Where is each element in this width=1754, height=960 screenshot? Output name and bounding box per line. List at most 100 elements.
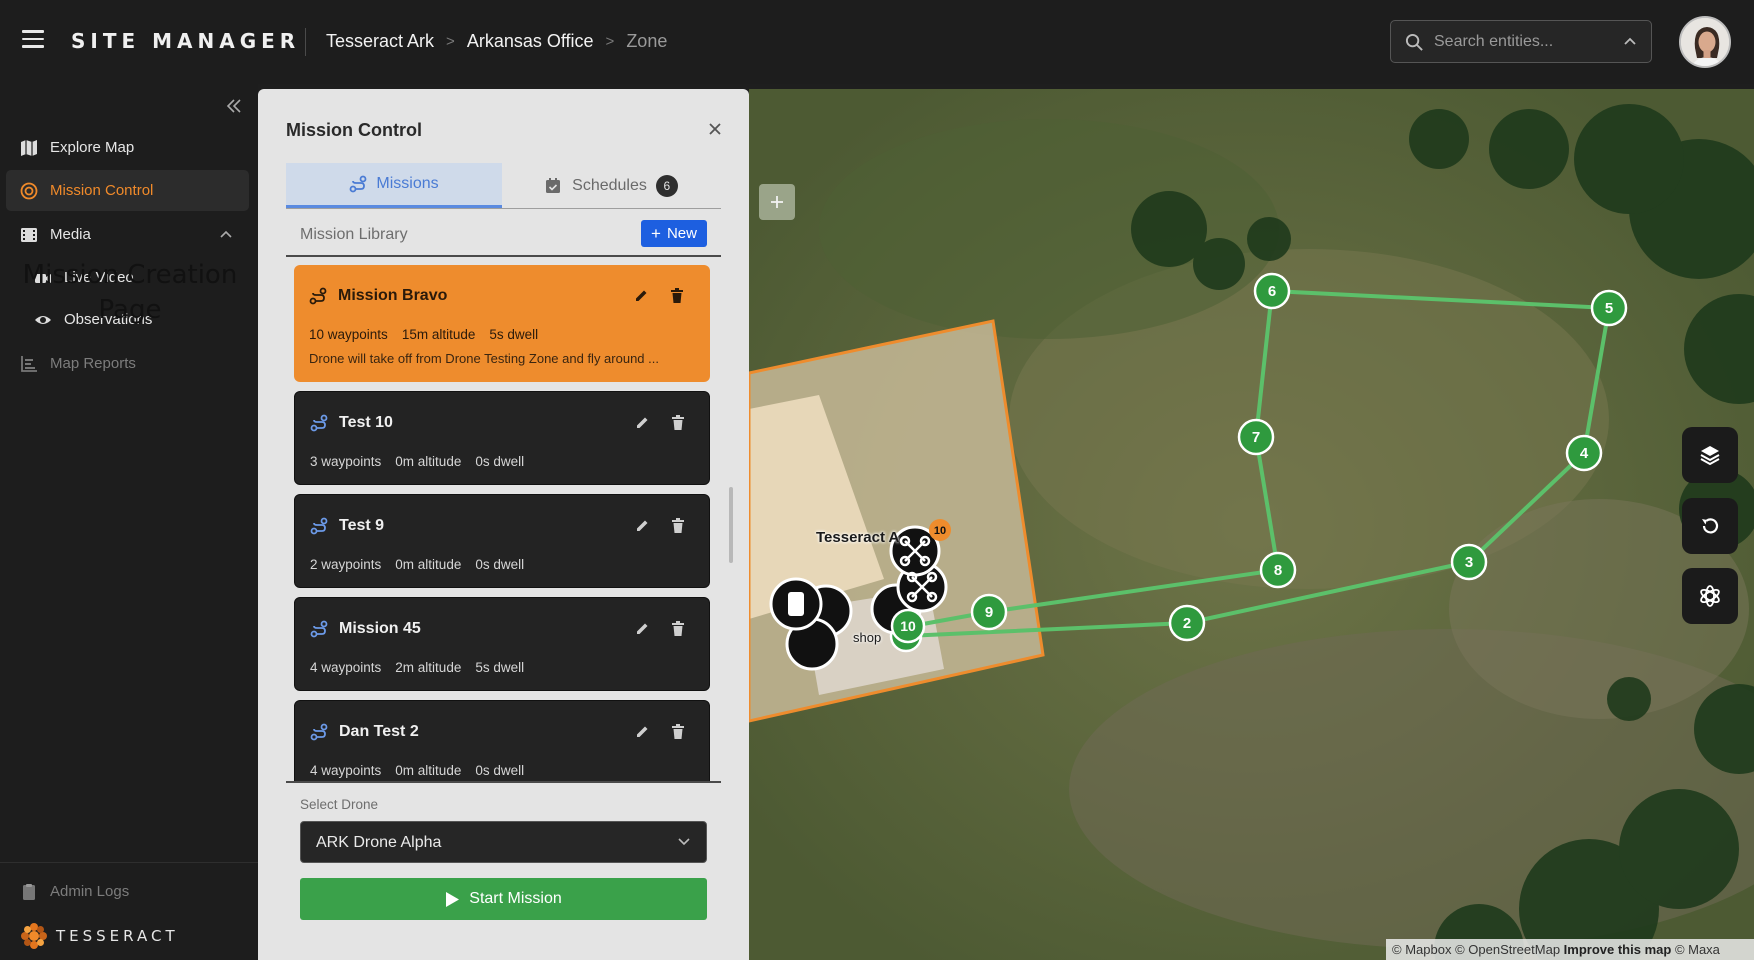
waypoint-4[interactable]: 4 [1565,434,1603,472]
sidebar-item-live-video[interactable]: Live Video [6,257,249,298]
tab-label: Schedules [572,176,647,194]
tab-schedules[interactable]: Schedules 6 [502,163,721,208]
sidebar-item-label: Mission Control [50,182,154,199]
mission-list[interactable]: Mission Bravo 10 waypoints 15m altitude … [294,265,714,781]
mission-name: Test 9 [339,517,385,534]
add-waypoint-button[interactable] [759,184,795,220]
list-scrollbar[interactable] [729,487,733,563]
trash-icon[interactable] [671,518,685,533]
waypoint-8[interactable]: 8 [1259,551,1297,589]
breadcrumb-item[interactable]: Arkansas Office [467,31,594,52]
panel-title: Mission Control [286,120,422,140]
drone-select[interactable]: ARK Drone Alpha [300,821,707,863]
close-icon[interactable] [708,122,722,136]
search-box[interactable] [1390,20,1652,63]
mission-library-header: Mission Library + New [286,211,721,257]
edit-icon[interactable] [635,621,650,636]
plus-icon: + [651,224,661,243]
waypoint-label: 6 [1268,283,1276,300]
avatar[interactable] [1679,16,1731,68]
new-mission-button[interactable]: + New [641,220,707,247]
eye-icon [35,316,51,324]
map-canvas[interactable]: 1 2 3 4 5 6 7 8 9 [749,89,1754,960]
mission-library-label: Mission Library [300,226,408,243]
trash-icon[interactable] [671,724,685,739]
mission-card[interactable]: Mission Bravo 10 waypoints 15m altitude … [294,265,710,382]
mission-meta: 10 waypoints 15m altitude 5s dwell [309,327,538,342]
chevron-up-icon[interactable] [220,229,232,239]
field-patch [819,119,1279,339]
reset-icon [1702,518,1719,534]
waypoint-count: 3 waypoints [310,454,382,469]
mission-card[interactable]: Test 9 2 waypoints 0m altitude 0s dwell [294,494,710,588]
layers-icon [1700,446,1720,466]
ai-flower-icon [1700,585,1720,607]
route-icon [310,414,328,432]
menu-icon[interactable] [22,30,44,48]
collapse-sidebar-icon[interactable] [226,98,242,114]
mission-name: Mission 45 [339,620,421,637]
waypoint-5[interactable]: 5 [1590,289,1628,327]
waypoint-label: 5 [1605,300,1613,317]
waypoint-9[interactable]: 9 [970,593,1008,631]
search-input[interactable] [1434,31,1604,53]
satellite-map[interactable]: 1 2 3 4 5 6 7 8 9 [749,89,1754,960]
mission-name: Mission Bravo [338,287,448,304]
waypoint-label: 9 [985,604,993,621]
breadcrumb-item[interactable]: Tesseract Ark [326,31,434,52]
tab-bar: Missions Schedules 6 [286,163,721,209]
logo-text: TESSERACT [56,927,179,945]
top-bar: SITE MANAGER Tesseract Ark > Arkansas Of… [0,0,1754,84]
attribution-mapbox[interactable]: © Mapbox [1392,942,1451,957]
waypoint-label: 2 [1183,615,1191,632]
waypoint-label: 10 [900,618,916,634]
waypoint-count: 4 waypoints [310,660,382,675]
zone-label: Tesseract A [816,529,900,546]
attribution-osm[interactable]: © OpenStreetMap [1455,942,1560,957]
attribution-maxar[interactable]: © Maxa [1675,942,1720,957]
waypoint-2[interactable]: 2 [1168,604,1206,642]
shop-label: shop [853,630,882,645]
sidebar-item-media[interactable]: Media [6,214,249,255]
trash-icon[interactable] [671,415,685,430]
tab-label: Missions [376,175,439,192]
start-mission-button[interactable]: Start Mission [300,878,707,920]
mission-card[interactable]: Mission 45 4 waypoints 2m altitude 5s dw… [294,597,710,691]
ai-assist-button[interactable] [1682,568,1738,624]
reset-view-button[interactable] [1682,498,1738,554]
altitude: 0m altitude [395,763,462,778]
mission-meta: 2 waypoints 0m altitude 0s dwell [310,557,524,572]
clipboard-icon [23,884,35,900]
cluster-count-label: 10 [934,525,946,537]
tesseract-logo: TESSERACT [20,922,179,950]
edit-icon[interactable] [635,724,650,739]
sidebar-item-label: Observations [64,311,153,328]
waypoint-7[interactable]: 7 [1237,418,1275,456]
sidebar-item-observations[interactable]: Observations [6,299,249,340]
mission-card[interactable]: Test 10 3 waypoints 0m altitude 0s dwell [294,391,710,485]
mission-card[interactable]: Dan Test 2 4 waypoints 0m altitude 0s dw… [294,700,710,781]
waypoint-6[interactable]: 6 [1253,272,1291,310]
sidebar-item-map-reports[interactable]: Map Reports [6,343,249,384]
sidebar-item-explore-map[interactable]: Explore Map [6,127,249,168]
dwell: 5s dwell [489,327,539,342]
chevron-up-icon[interactable] [1623,34,1637,48]
trash-icon[interactable] [671,621,685,636]
schedules-count-badge: 6 [655,174,678,197]
new-button-label: New [666,225,697,242]
sidebar-item-admin-logs[interactable]: Admin Logs [6,871,249,912]
edit-icon[interactable] [635,415,650,430]
trash-icon[interactable] [670,288,684,303]
mission-name: Dan Test 2 [339,723,419,740]
waypoint-3[interactable]: 3 [1450,543,1488,581]
sidebar-item-mission-control[interactable]: Mission Control [6,170,249,211]
edit-icon[interactable] [635,518,650,533]
breadcrumb-item-current: Zone [626,31,668,51]
tab-missions[interactable]: Missions [286,163,502,208]
improve-map-link[interactable]: Improve this map [1564,942,1672,957]
device-icon [788,592,804,616]
layers-button[interactable] [1682,427,1738,483]
camera-icon [35,274,51,283]
edit-icon[interactable] [634,288,649,303]
selected-drone-value: ARK Drone Alpha [316,834,442,851]
